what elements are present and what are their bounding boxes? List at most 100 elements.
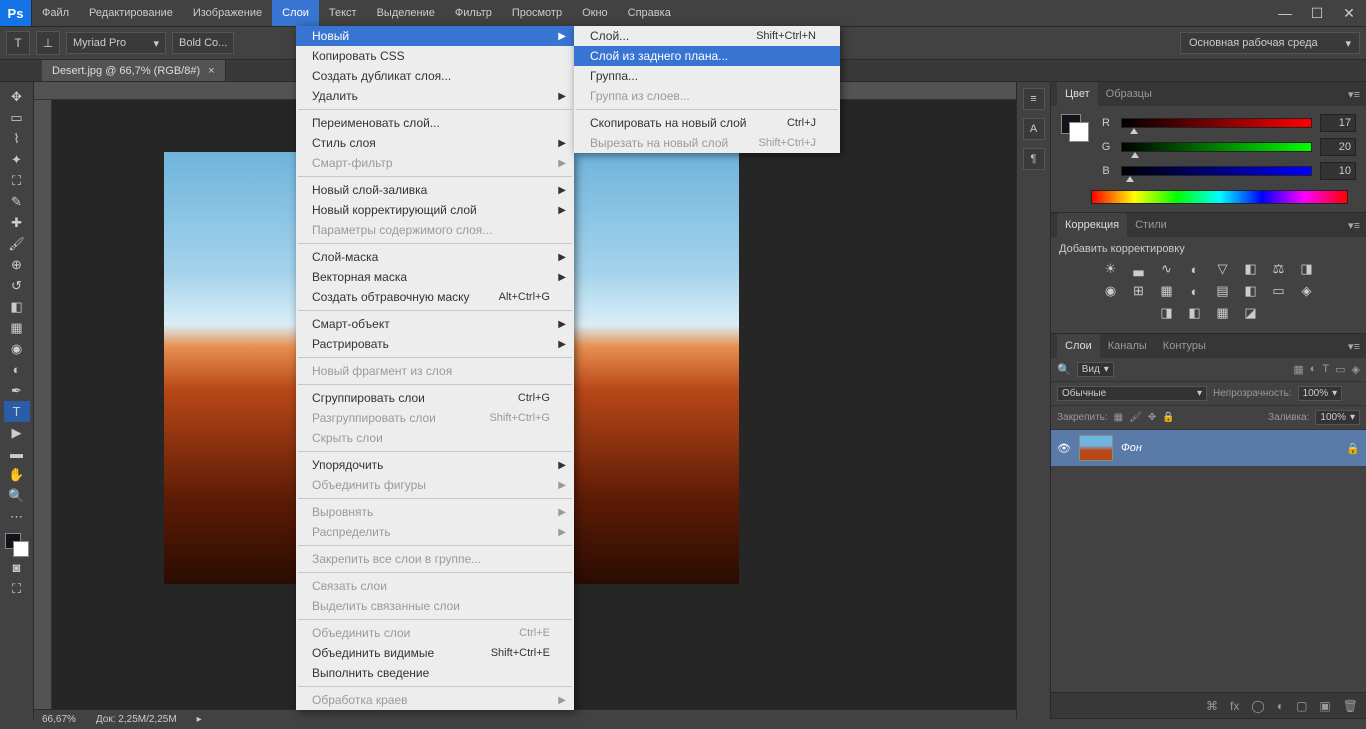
color-swatches[interactable] — [5, 533, 29, 557]
tab-adjustments[interactable]: Коррекция — [1057, 213, 1127, 237]
menu-окно[interactable]: Окно — [572, 0, 618, 26]
exposure-icon[interactable]: ◐ — [1186, 261, 1204, 277]
adj-row3-3[interactable]: ▦ — [1214, 305, 1232, 321]
filter-pixel-icon[interactable]: ▦ — [1293, 363, 1303, 376]
gradient-map-icon[interactable]: ▭ — [1270, 283, 1288, 299]
history-panel-icon[interactable]: ≡ — [1023, 88, 1045, 110]
layer-thumbnail[interactable] — [1079, 435, 1113, 461]
photo-filter-icon[interactable]: ◉ — [1102, 283, 1120, 299]
zoom-tool[interactable]: 🔍 — [4, 485, 30, 506]
menu-item[interactable]: Новый слой-заливка▶ — [296, 180, 574, 200]
r-value[interactable]: 17 — [1320, 114, 1356, 132]
menu-item[interactable]: Стиль слоя▶ — [296, 133, 574, 153]
menu-item[interactable]: Векторная маска▶ — [296, 267, 574, 287]
menu-item[interactable]: Создать обтравочную маскуAlt+Ctrl+G — [296, 287, 574, 307]
menu-item[interactable]: Растрировать▶ — [296, 334, 574, 354]
new-layer-icon[interactable]: ▣ — [1319, 699, 1330, 713]
menu-item[interactable]: Смарт-объект▶ — [296, 314, 574, 334]
visibility-icon[interactable]: 👁 — [1057, 442, 1071, 455]
workspace-select[interactable]: Основная рабочая среда▾ — [1180, 32, 1360, 54]
color-balance-icon[interactable]: ⚖ — [1270, 261, 1288, 277]
font-family-select[interactable]: Myriad Pro▾ — [66, 32, 166, 54]
menu-выделение[interactable]: Выделение — [367, 0, 445, 26]
threshold-icon[interactable]: ◧ — [1242, 283, 1260, 299]
paragraph-panel-icon[interactable]: ¶ — [1023, 148, 1045, 170]
maximize-button[interactable]: ☐ — [1306, 4, 1328, 22]
menu-редактирование[interactable]: Редактирование — [79, 0, 183, 26]
opacity-input[interactable]: 100%▾ — [1298, 386, 1343, 401]
menu-item[interactable]: Объединить видимыеShift+Ctrl+E — [296, 643, 574, 663]
fill-input[interactable]: 100%▾ — [1315, 410, 1360, 425]
menu-item[interactable]: Скопировать на новый слойCtrl+J — [574, 113, 840, 133]
link-layers-icon[interactable]: ⌘ — [1206, 699, 1218, 713]
character-panel-icon[interactable]: A — [1023, 118, 1045, 140]
pen-tool[interactable]: ✒ — [4, 380, 30, 401]
menu-item[interactable]: Новый▶ — [296, 26, 574, 46]
layer-fx-icon[interactable]: fx — [1230, 699, 1239, 713]
orientation-icon[interactable]: ⊥ — [36, 31, 60, 55]
blend-mode-select[interactable]: Обычные▾ — [1057, 386, 1207, 401]
blur-tool[interactable]: ◉ — [4, 338, 30, 359]
magic-wand-tool[interactable]: ✦ — [4, 149, 30, 170]
mask-icon[interactable]: ◯ — [1251, 699, 1264, 713]
menu-справка[interactable]: Справка — [618, 0, 681, 26]
lock-all-icon[interactable]: 🔒 — [1162, 412, 1174, 423]
tab-color[interactable]: Цвет — [1057, 82, 1098, 106]
marquee-tool[interactable]: ▭ — [4, 107, 30, 128]
b-value[interactable]: 10 — [1320, 162, 1356, 180]
menu-item[interactable]: Сгруппировать слоиCtrl+G — [296, 388, 574, 408]
posterize-icon[interactable]: ▤ — [1214, 283, 1232, 299]
eyedropper-tool[interactable]: ✎ — [4, 191, 30, 212]
search-icon[interactable]: 🔍 — [1057, 363, 1071, 376]
rectangle-tool[interactable]: ▬ — [4, 443, 30, 464]
lock-pixels-icon[interactable]: 🖌 — [1129, 412, 1142, 423]
filter-adjust-icon[interactable]: ◐ — [1310, 363, 1317, 376]
close-tab-icon[interactable]: × — [208, 65, 214, 77]
menu-item[interactable]: Выполнить сведение — [296, 663, 574, 683]
hue-icon[interactable]: ◧ — [1242, 261, 1260, 277]
layer-filter-select[interactable]: Вид▾ — [1077, 362, 1114, 377]
dodge-tool[interactable]: ◐ — [4, 359, 30, 380]
adjustment-layer-icon[interactable]: ◐ — [1277, 699, 1284, 713]
curves-icon[interactable]: ∿ — [1158, 261, 1176, 277]
menu-item[interactable]: Слой...Shift+Ctrl+N — [574, 26, 840, 46]
filter-smart-icon[interactable]: ◈ — [1352, 363, 1360, 376]
menu-item[interactable]: Группа... — [574, 66, 840, 86]
menu-item[interactable]: Удалить▶ — [296, 86, 574, 106]
stamp-tool[interactable]: ⊕ — [4, 254, 30, 275]
menu-текст[interactable]: Текст — [319, 0, 367, 26]
invert-icon[interactable]: ◐ — [1186, 283, 1204, 299]
menu-item[interactable]: Переименовать слой... — [296, 113, 574, 133]
minimize-button[interactable]: — — [1274, 4, 1296, 22]
quick-mask-tool[interactable]: ◙ — [4, 557, 30, 578]
menu-слои[interactable]: Слои — [272, 0, 319, 26]
type-tool[interactable]: T — [4, 401, 30, 422]
eraser-tool[interactable]: ◧ — [4, 296, 30, 317]
layer-item[interactable]: 👁 Фон 🔒 — [1051, 430, 1366, 466]
vibrance-icon[interactable]: ▽ — [1214, 261, 1232, 277]
lock-transparent-icon[interactable]: ▦ — [1114, 412, 1123, 423]
doc-size[interactable]: Док: 2,25M/2,25M — [96, 714, 177, 725]
selective-color-icon[interactable]: ◈ — [1298, 283, 1316, 299]
healing-tool[interactable]: ✚ — [4, 212, 30, 233]
adj-row3-2[interactable]: ◧ — [1186, 305, 1204, 321]
panel-swatches[interactable] — [1061, 114, 1089, 142]
move-tool[interactable]: ✥ — [4, 86, 30, 107]
layer-name[interactable]: Фон — [1121, 442, 1142, 454]
adj-row3-1[interactable]: ◨ — [1158, 305, 1176, 321]
adj-row3-4[interactable]: ◪ — [1242, 305, 1260, 321]
menu-item[interactable]: Упорядочить▶ — [296, 455, 574, 475]
menu-item[interactable]: Слой-маска▶ — [296, 247, 574, 267]
menu-файл[interactable]: Файл — [32, 0, 79, 26]
tool-preset-icon[interactable]: T — [6, 31, 30, 55]
screen-mode-tool[interactable]: ⛶ — [4, 578, 30, 599]
path-select-tool[interactable]: ▶ — [4, 422, 30, 443]
close-button[interactable]: ✕ — [1338, 4, 1360, 22]
menu-item[interactable]: Создать дубликат слоя... — [296, 66, 574, 86]
tab-swatches[interactable]: Образцы — [1098, 82, 1160, 106]
hand-tool[interactable]: ✋ — [4, 464, 30, 485]
panel-menu-icon[interactable]: ▾≡ — [1342, 340, 1366, 353]
edit-toolbar[interactable]: ⋯ — [4, 506, 30, 527]
status-arrow-icon[interactable]: ▸ — [197, 714, 202, 725]
brush-tool[interactable]: 🖌 — [4, 233, 30, 254]
